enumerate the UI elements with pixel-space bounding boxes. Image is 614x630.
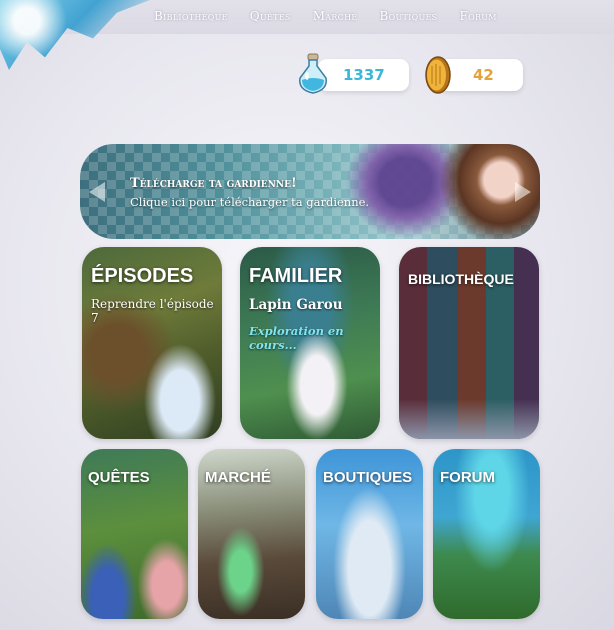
potion-counter: 1337 <box>318 59 409 91</box>
episodes-title: ÉPISODES <box>91 265 194 287</box>
banner-subtitle: Clique ici pour télécharger ta gardienne… <box>130 195 370 209</box>
potion-count: 1337 <box>343 66 385 84</box>
familier-tile[interactable]: FAMILIER Lapin Garou Exploration en cour… <box>240 247 380 439</box>
marche-tile[interactable]: MARCHÉ <box>198 449 305 619</box>
episodes-resume-text: Reprendre l'épisode 7 <box>91 297 214 325</box>
boutiques-tile[interactable]: BOUTIQUES <box>316 449 423 619</box>
coin-icon <box>425 56 451 94</box>
pet-name: Lapin Garou <box>249 297 343 313</box>
familier-title: FAMILIER <box>249 265 343 287</box>
nav-item-bibliotheque[interactable]: Bibliothèque <box>154 9 228 23</box>
nav-item-forum[interactable]: Forum <box>459 9 496 23</box>
bibliotheque-tile[interactable]: BIBLIOTHÈQUE <box>399 247 539 439</box>
forum-title: FORUM <box>440 469 495 486</box>
banner-next-arrow-icon[interactable] <box>515 182 531 202</box>
banner-prev-arrow-icon[interactable] <box>89 182 105 202</box>
banner-title: Télécharge ta gardienne! <box>130 176 297 191</box>
pet-status: Exploration en cours... <box>249 324 344 352</box>
nav-item-quetes[interactable]: Quêtes <box>250 9 291 23</box>
boutiques-title: BOUTIQUES <box>323 469 413 486</box>
nav-item-boutiques[interactable]: Boutiques <box>380 9 438 23</box>
marche-title: MARCHÉ <box>205 469 271 486</box>
main-nav: Bibliothèque Quêtes Marché Boutiques For… <box>154 9 497 23</box>
potion-icon <box>299 53 327 94</box>
quetes-title: QUÊTES <box>88 469 150 486</box>
quetes-tile[interactable]: QUÊTES <box>81 449 188 619</box>
top-nav-bar: Bibliothèque Quêtes Marché Boutiques For… <box>0 0 614 70</box>
download-guardian-banner[interactable]: Télécharge ta gardienne! Clique ici pour… <box>80 144 540 239</box>
episodes-tile[interactable]: ÉPISODES Reprendre l'épisode 7 <box>82 247 222 439</box>
ice-crystal-decoration <box>0 0 150 70</box>
bibliotheque-title: BIBLIOTHÈQUE <box>408 271 514 287</box>
coin-count: 42 <box>473 66 494 84</box>
forum-tile[interactable]: FORUM <box>433 449 540 619</box>
nav-item-marche[interactable]: Marché <box>313 9 358 23</box>
